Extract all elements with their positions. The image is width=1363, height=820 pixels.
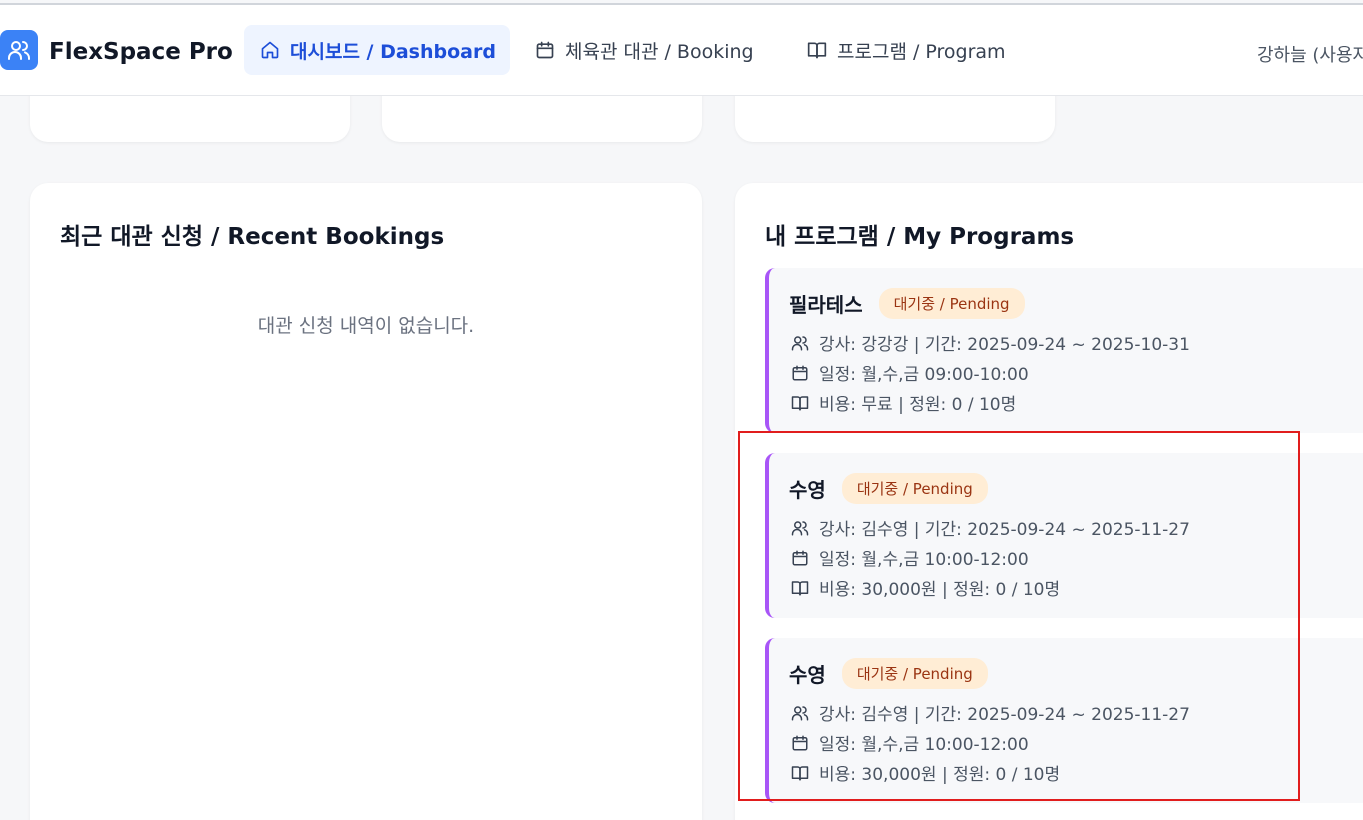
app-logo[interactable] <box>0 30 38 70</box>
top-navbar: FlexSpace Pro 대시보드 / Dashboard 체육관 대관 / … <box>0 5 1363 96</box>
nav-dashboard[interactable]: 대시보드 / Dashboard <box>244 25 510 75</box>
program-cost-text: 비용: 30,000원 | 정원: 0 / 10명 <box>819 580 1061 600</box>
program-cost-text: 비용: 무료 | 정원: 0 / 10명 <box>819 395 1017 415</box>
program-schedule-text: 일정: 월,수,금 09:00-10:00 <box>819 365 1029 385</box>
user-menu[interactable]: 강하늘 (사용자 <box>1257 41 1363 67</box>
program-card[interactable]: 수영 대기중 / Pending 강사: 김수영 | 기간: 2025-09-2… <box>765 638 1363 803</box>
users-icon <box>8 41 30 60</box>
nav-booking-label: 체육관 대관 / Booking <box>565 40 754 63</box>
book-icon <box>791 395 809 410</box>
users-icon <box>791 705 809 720</box>
book-icon <box>807 42 827 59</box>
program-card[interactable]: 수영 대기중 / Pending 강사: 김수영 | 기간: 2025-09-2… <box>765 453 1363 618</box>
program-cost-text: 비용: 30,000원 | 정원: 0 / 10명 <box>819 765 1061 785</box>
nav-dashboard-label: 대시보드 / Dashboard <box>290 40 496 63</box>
nav-program-label: 프로그램 / Program <box>837 40 1006 63</box>
program-schedule-row: 일정: 월,수,금 09:00-10:00 <box>791 360 1029 385</box>
users-icon <box>791 335 809 350</box>
book-icon <box>791 765 809 780</box>
empty-state-text: 대관 신청 내역이 없습니다. <box>257 315 475 337</box>
book-icon <box>791 580 809 595</box>
program-name: 수영 <box>789 478 826 502</box>
status-badge: 대기중 / Pending <box>841 473 988 504</box>
program-instructor-row: 강사: 김수영 | 기간: 2025-09-24 ~ 2025-11-27 <box>791 700 1190 725</box>
nav-program[interactable]: 프로그램 / Program <box>791 25 1022 75</box>
calendar-icon <box>792 365 808 380</box>
program-schedule-row: 일정: 월,수,금 10:00-12:00 <box>791 730 1029 755</box>
program-instructor-row: 강사: 강강강 | 기간: 2025-09-24 ~ 2025-10-31 <box>791 330 1190 355</box>
nav-booking[interactable]: 체육관 대관 / Booking <box>519 25 770 75</box>
program-name: 필라테스 <box>789 293 863 317</box>
program-instructor-text: 강사: 강강강 | 기간: 2025-09-24 ~ 2025-10-31 <box>819 335 1190 355</box>
app-name[interactable]: FlexSpace Pro <box>49 39 233 65</box>
home-icon <box>261 41 279 59</box>
program-schedule-text: 일정: 월,수,금 10:00-12:00 <box>819 550 1029 570</box>
program-cost-row: 비용: 무료 | 정원: 0 / 10명 <box>791 390 1016 415</box>
program-instructor-row: 강사: 김수영 | 기간: 2025-09-24 ~ 2025-11-27 <box>791 515 1190 540</box>
program-schedule-row: 일정: 월,수,금 10:00-12:00 <box>791 545 1029 570</box>
status-badge: 대기중 / Pending <box>878 288 1025 319</box>
users-icon <box>791 520 809 535</box>
calendar-icon <box>536 41 554 59</box>
status-badge: 대기중 / Pending <box>841 658 988 689</box>
program-name: 수영 <box>789 663 826 687</box>
recent-bookings-panel: 최근 대관 신청 / Recent Bookings 대관 신청 내역이 없습니… <box>30 183 702 820</box>
calendar-icon <box>792 550 808 565</box>
program-instructor-text: 강사: 김수영 | 기간: 2025-09-24 ~ 2025-11-27 <box>819 520 1190 540</box>
program-card[interactable]: 필라테스 대기중 / Pending 강사: 강강강 | 기간: 2025-09… <box>765 268 1363 433</box>
program-instructor-text: 강사: 김수영 | 기간: 2025-09-24 ~ 2025-11-27 <box>819 705 1190 725</box>
program-schedule-text: 일정: 월,수,금 10:00-12:00 <box>819 735 1029 755</box>
calendar-icon <box>792 735 808 750</box>
my-programs-title: 내 프로그램 / My Programs <box>765 224 1075 250</box>
program-cost-row: 비용: 30,000원 | 정원: 0 / 10명 <box>791 575 1060 600</box>
program-cost-row: 비용: 30,000원 | 정원: 0 / 10명 <box>791 760 1060 785</box>
recent-bookings-title: 최근 대관 신청 / Recent Bookings <box>60 224 445 250</box>
